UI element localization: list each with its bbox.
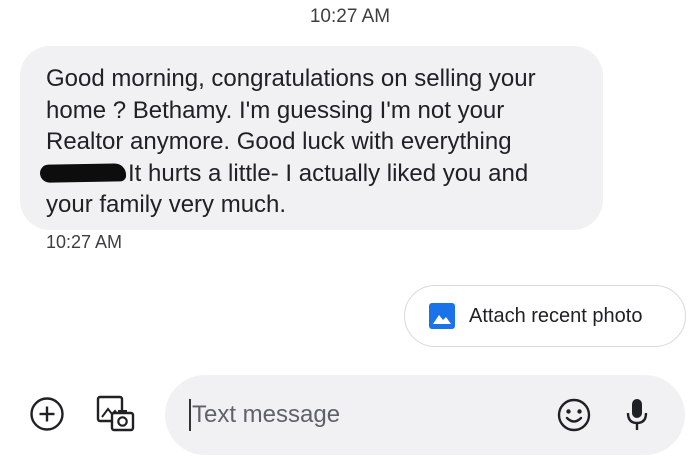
text-cursor xyxy=(189,399,191,431)
message-line: It hurts a little- I actually liked you … xyxy=(128,159,529,187)
attach-recent-photo-chip[interactable]: Attach recent photo xyxy=(404,285,686,347)
message-line: home ? Bethamy. I'm guessing I'm not you… xyxy=(46,96,505,124)
microphone-icon[interactable] xyxy=(622,395,652,435)
text-message-input[interactable] xyxy=(192,397,532,433)
message-line: Realtor anymore. Good luck with everythi… xyxy=(46,128,512,155)
compose-bar xyxy=(165,375,685,455)
message-timestamp: 10:27 AM xyxy=(46,232,123,252)
incoming-message-bubble[interactable]: Good morning, congratulations on selling… xyxy=(20,46,603,230)
gallery-icon[interactable] xyxy=(95,393,137,435)
messages-screen: 10:27 AM Good morning, congratulations o… xyxy=(0,0,700,463)
message-line-redacted: It hurts a little- I actually liked you … xyxy=(39,158,583,190)
plus-circle-icon[interactable] xyxy=(29,396,65,432)
attach-recent-photo-label: Attach recent photo xyxy=(469,304,643,327)
message-line: Good morning, congratulations on selling… xyxy=(46,65,536,92)
redaction-mark xyxy=(39,162,127,183)
message-line: your family very much. xyxy=(46,191,287,218)
image-icon xyxy=(429,303,455,329)
emoji-icon[interactable] xyxy=(556,397,592,433)
date-time-header: 10:27 AM xyxy=(309,6,391,27)
